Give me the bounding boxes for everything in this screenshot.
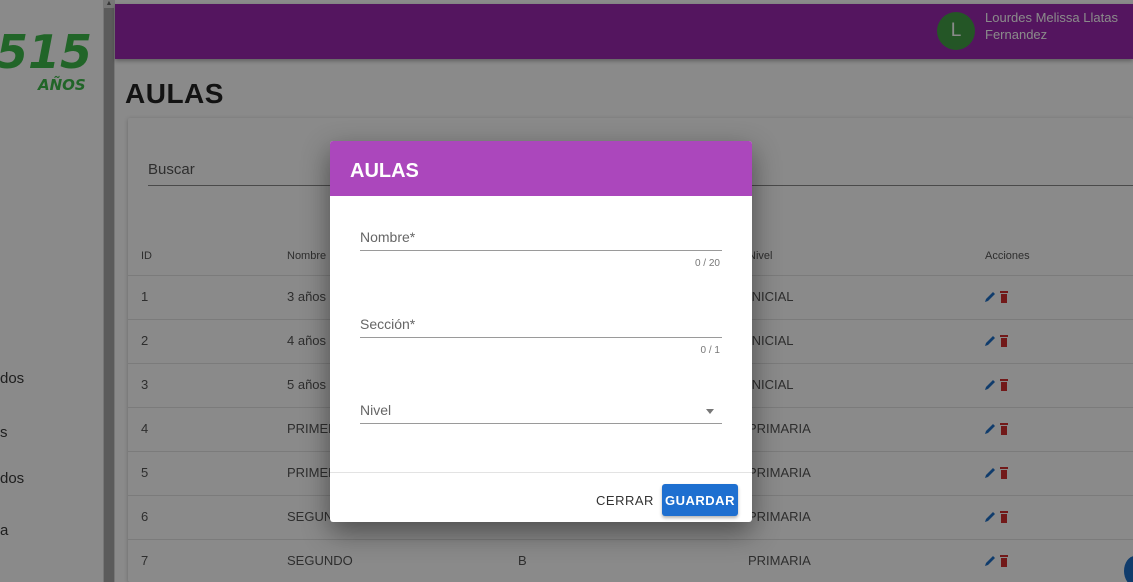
dialog-title: AULAS [350,160,419,182]
guardar-button[interactable]: GUARDAR [662,484,738,516]
dialog-header: AULAS [330,141,752,196]
cerrar-button[interactable]: CERRAR [592,484,658,516]
seccion-label: Sección* [360,316,416,332]
nombre-underline [360,250,722,251]
nivel-select[interactable]: Nivel [360,399,722,427]
nombre-label: Nombre* [360,229,416,245]
nombre-field[interactable]: Nombre* 0 / 20 [360,226,722,271]
seccion-underline [360,337,722,338]
chevron-down-icon[interactable] [706,409,714,414]
aulas-dialog: AULAS Nombre* 0 / 20 Sección* 0 / 1 Nive… [330,141,752,522]
nivel-underline [360,423,722,424]
seccion-counter: 0 / 1 [700,345,720,356]
dialog-divider [330,472,752,473]
nombre-counter: 0 / 20 [694,258,720,269]
nivel-label: Nivel [360,402,392,418]
seccion-field[interactable]: Sección* 0 / 1 [360,313,722,358]
